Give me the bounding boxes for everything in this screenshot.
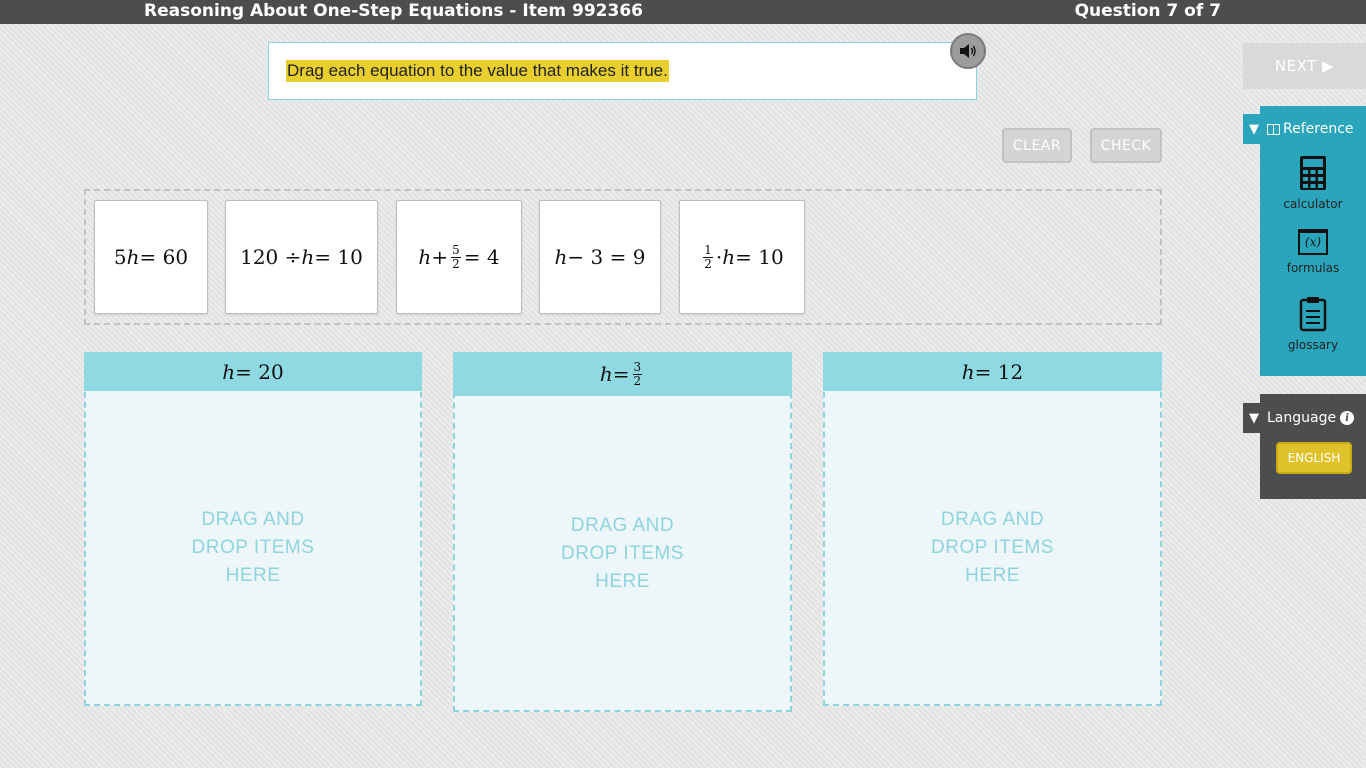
fraction: 12 [703, 244, 713, 270]
fraction-numerator: 3 [632, 359, 643, 375]
glossary-tool[interactable]: glossary [1260, 296, 1366, 352]
drop-hint: DRAG AND DROP ITEMS HERE [825, 506, 1160, 590]
language-toggle[interactable]: ▼ Language i [1243, 403, 1358, 433]
formulas-label: formulas [1286, 261, 1340, 275]
equation-card[interactable]: 1 2 · h = 10 [679, 200, 805, 314]
drop-hint-line: DROP ITEMS [931, 537, 1054, 558]
fraction-denominator: 2 [452, 256, 460, 271]
drop-hint-line: DRAG AND [201, 509, 305, 530]
drop-zone-header: h = 20 [84, 352, 422, 391]
audio-button[interactable] [950, 33, 986, 69]
header-variable: h [961, 359, 975, 384]
card-variable: h [418, 245, 432, 269]
header-text: = [612, 362, 630, 386]
drop-zone-h-3-2[interactable]: h = 32 DRAG AND DROP ITEMS HERE [453, 352, 792, 712]
card-text: + [431, 245, 449, 269]
card-variable: h [722, 245, 736, 269]
clipboard-icon [1299, 297, 1327, 332]
calculator-label: calculator [1283, 197, 1343, 211]
top-bar: Reasoning About One-Step Equations - Ite… [0, 0, 1366, 24]
calculator-tool[interactable]: calculator [1260, 155, 1366, 211]
drop-zone-header: h = 32 [453, 352, 792, 396]
question-counter: Question 7 of 7 [1074, 1, 1221, 21]
drop-hint-line: DRAG AND [940, 509, 1045, 530]
card-text: = 4 [463, 245, 500, 269]
page-title: Reasoning About One-Step Equations - Ite… [144, 1, 643, 21]
drop-zone-header: h = 12 [823, 352, 1162, 391]
drop-hint-line: HERE [225, 565, 281, 586]
next-button[interactable]: NEXT ▶ [1243, 43, 1366, 89]
fraction-numerator: 5 [451, 242, 461, 258]
drop-hint: DRAG AND DROP ITEMS HERE [86, 506, 420, 590]
drop-zone-h-20[interactable]: h = 20 DRAG AND DROP ITEMS HERE [84, 352, 422, 706]
drop-hint-line: DROP ITEMS [561, 543, 684, 564]
drop-hint-line: HERE [595, 571, 650, 592]
equation-card[interactable]: h + 52 = 4 [396, 200, 522, 314]
formulas-icon: (x) [1298, 229, 1328, 255]
reference-toggle[interactable]: ▼ Reference [1243, 114, 1366, 144]
formulas-tool[interactable]: (x) formulas [1260, 229, 1366, 275]
header-variable: h [599, 362, 613, 386]
card-text: − 3 = 9 [567, 245, 646, 269]
language-label: Language [1267, 410, 1337, 426]
english-language-button[interactable]: ENGLISH [1276, 442, 1352, 474]
prompt-text: Drag each equation to the value that mak… [286, 60, 669, 82]
equation-card[interactable]: h − 3 = 9 [539, 200, 661, 314]
drop-hint: DRAG AND DROP ITEMS HERE [455, 512, 790, 596]
calculator-icon [1300, 156, 1326, 190]
card-variable: h [554, 245, 568, 269]
drop-zone-h-12[interactable]: h = 12 DRAG AND DROP ITEMS HERE [823, 352, 1162, 706]
card-text: 120 ÷ [240, 245, 302, 269]
book-icon [1267, 123, 1280, 135]
drop-hint-line: HERE [965, 565, 1020, 586]
glossary-label: glossary [1287, 338, 1339, 352]
card-variable: h [126, 245, 140, 269]
header-text: = 12 [974, 359, 1024, 384]
check-button[interactable]: CHECK [1090, 128, 1162, 163]
fraction-denominator: 2 [633, 373, 642, 388]
equation-card[interactable]: 120 ÷ h = 10 [225, 200, 378, 314]
speaker-icon [960, 44, 976, 58]
header-text: = 20 [235, 359, 284, 384]
card-text: 5 [113, 245, 127, 269]
card-text: = 10 [314, 245, 363, 269]
fraction-denominator: 2 [704, 256, 712, 271]
card-text: = 60 [139, 245, 189, 269]
reference-label: Reference [1283, 121, 1354, 137]
info-icon[interactable]: i [1340, 411, 1355, 425]
equation-card[interactable]: 5h = 60 [94, 200, 208, 314]
fraction: 52 [451, 244, 461, 270]
drop-hint-line: DRAG AND [570, 515, 675, 536]
card-variable: h [301, 245, 315, 269]
fraction-numerator: 1 [703, 242, 713, 258]
fraction: 32 [632, 359, 643, 388]
card-text: = 10 [735, 245, 784, 269]
prompt-box: Drag each equation to the value that mak… [268, 42, 977, 100]
header-variable: h [222, 359, 236, 384]
triangle-down-icon: ▼ [1249, 410, 1259, 426]
triangle-down-icon: ▼ [1249, 121, 1259, 137]
clear-button[interactable]: CLEAR [1002, 128, 1072, 163]
drop-hint-line: DROP ITEMS [191, 537, 315, 558]
